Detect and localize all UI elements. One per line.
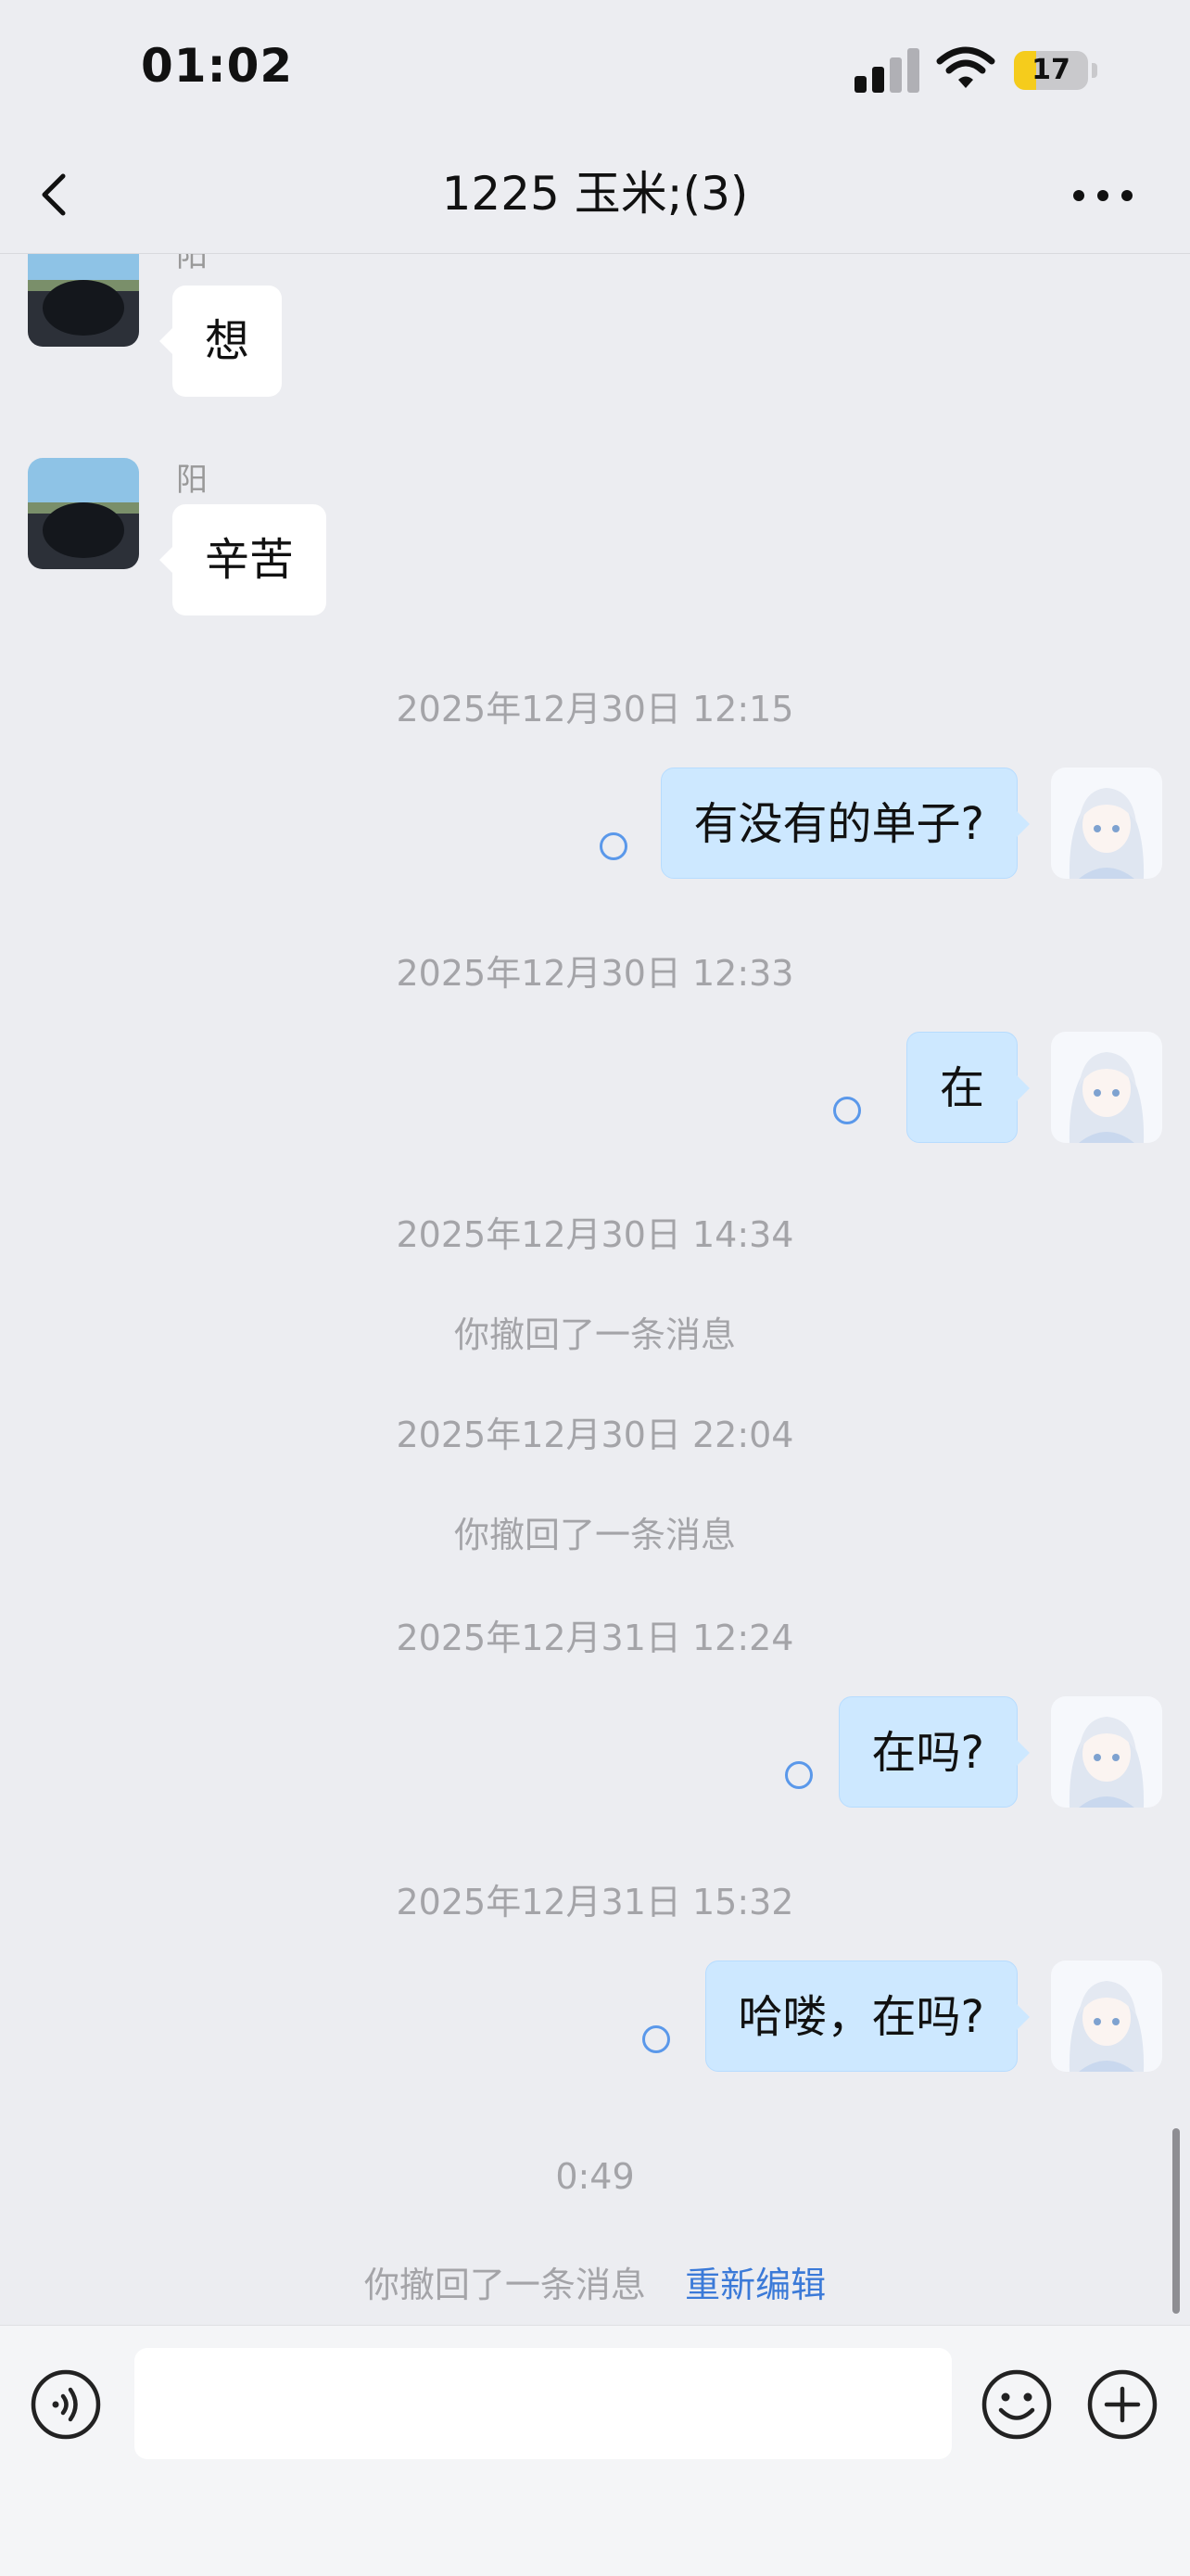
my-avatar[interactable] [1051,1961,1162,2072]
read-receipt-icon [600,832,627,860]
status-bar: 01:02 17 [0,0,1190,139]
outgoing-message-bubble[interactable]: 在 [905,1032,1031,1143]
more-options-icon[interactable] [1066,163,1140,228]
message-input[interactable] [134,2348,952,2459]
voice-input-icon[interactable] [30,2368,102,2441]
timestamp: 0:49 [555,2156,635,2197]
timestamp: 2025年12月31日 15:32 [396,1882,794,1922]
my-avatar[interactable] [1051,768,1162,879]
read-receipt-icon [785,1761,813,1789]
my-avatar[interactable] [1051,1032,1162,1143]
sender-name: 阳 [176,462,208,499]
scrollbar[interactable] [1172,2128,1180,2314]
chat-title: 1225 玉米;(3) [441,167,749,221]
emoji-icon[interactable] [981,2368,1053,2441]
recall-notice: 你撤回了一条消息 [453,1314,736,1355]
timestamp: 2025年12月30日 12:15 [396,689,794,730]
read-receipt-icon [833,1097,861,1124]
cellular-signal-icon [855,46,919,93]
timestamp: 2025年12月30日 12:33 [396,953,794,994]
outgoing-message-bubble[interactable]: 在吗? [838,1696,1031,1808]
battery-percentage: 17 [1032,54,1070,86]
input-bar [0,2325,1190,2576]
add-attachment-icon[interactable] [1086,2368,1158,2441]
outgoing-message-bubble[interactable]: 有没有的单子? [660,768,1031,879]
message-list[interactable]: 阳 想 阳 辛苦 2025年12月30日 12:15 有没有的单子? 2025年… [0,254,1190,2325]
incoming-message-bubble[interactable]: 辛苦 [158,504,327,615]
incoming-message-bubble[interactable]: 想 [158,286,283,397]
recall-notice: 你撤回了一条消息 [453,1515,736,1555]
timestamp: 2025年12月31日 12:24 [396,1618,794,1658]
battery-icon: 17 [1014,51,1088,90]
recall-notice: 你撤回了一条消息 [363,2265,646,2305]
chat-header: 1225 玉米;(3) [0,139,1190,254]
re-edit-link[interactable]: 重新编辑 [685,2265,826,2305]
sender-name: 阳 [176,254,208,274]
recall-notice-row: 你撤回了一条消息 重新编辑 [0,2256,1190,2307]
contact-avatar[interactable] [28,458,139,569]
battery-tip [1092,63,1097,78]
outgoing-message-bubble[interactable]: 哈喽，在吗? [704,1961,1031,2072]
status-time: 01:02 [141,39,294,93]
contact-avatar[interactable] [28,254,139,347]
wifi-icon [936,46,995,88]
my-avatar[interactable] [1051,1696,1162,1808]
timestamp: 2025年12月30日 14:34 [396,1214,794,1255]
read-receipt-icon [642,2025,670,2053]
timestamp: 2025年12月30日 22:04 [396,1415,794,1455]
